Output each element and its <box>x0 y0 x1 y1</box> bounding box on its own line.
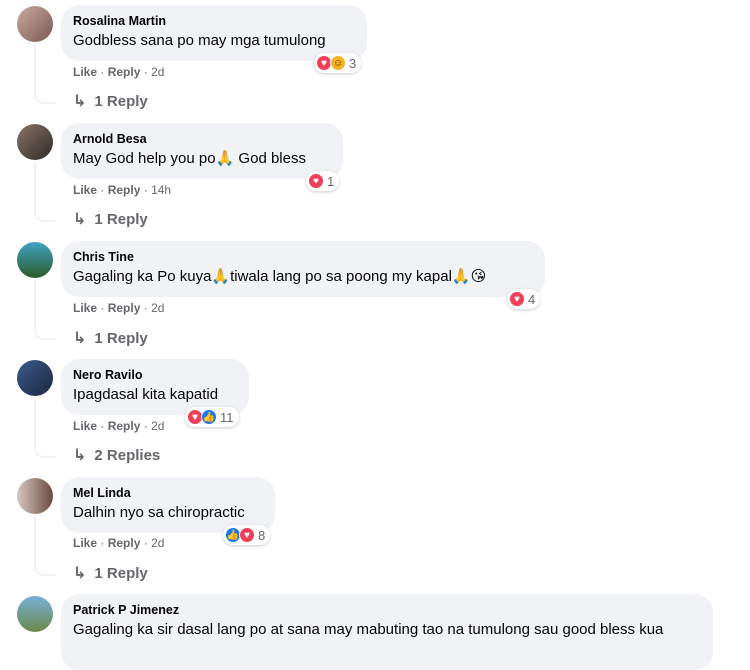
comment-actions: Like · Reply · 2d <box>73 535 164 551</box>
reaction-count: 11 <box>220 409 234 425</box>
reply-arrow-icon: ↳ <box>73 93 87 110</box>
comment-text: May God help you po🙏 God bless <box>73 150 306 167</box>
comment-actions: Like · Reply · 2d <box>73 64 164 80</box>
reply-button[interactable]: Reply <box>108 536 141 550</box>
reaction-count: 1 <box>327 173 335 189</box>
comment-text: Godbless sana po may mga tumulong <box>73 32 326 49</box>
comment-actions: Like · Reply · 14h <box>73 182 171 198</box>
like-icon: 👍 <box>201 409 217 425</box>
reply-arrow-icon: ↳ <box>73 211 87 228</box>
view-replies-link[interactable]: ↳ 1 Reply <box>73 91 148 111</box>
reply-button[interactable]: Reply <box>108 65 141 79</box>
avatar[interactable] <box>17 124 53 160</box>
reply-button[interactable]: Reply <box>108 183 141 197</box>
comment-bubble: Arnold Besa May God help you po🙏 God ble… <box>61 123 343 179</box>
view-replies-link[interactable]: ↳ 1 Reply <box>73 209 148 229</box>
timestamp[interactable]: 2d <box>151 536 164 550</box>
reply-button[interactable]: Reply <box>108 301 141 315</box>
comment-author[interactable]: Nero Ravilo <box>73 367 237 383</box>
separator: · <box>143 536 148 550</box>
like-button[interactable]: Like <box>73 419 97 433</box>
thread-line <box>34 516 56 576</box>
separator: · <box>100 419 105 433</box>
reaction-summary[interactable]: ♥ 1 <box>306 171 340 191</box>
replies-label: 1 Reply <box>94 92 148 110</box>
comment-author[interactable]: Mel Linda <box>73 485 263 501</box>
reply-button[interactable]: Reply <box>108 419 141 433</box>
comment-text: Gagaling ka sir dasal lang po at sana ma… <box>73 621 664 638</box>
comment-text: Dalhin nyo sa chiropractic <box>73 504 245 521</box>
reaction-summary[interactable]: 👍 ♥ 8 <box>223 525 271 545</box>
replies-label: 1 Reply <box>94 329 148 347</box>
like-button[interactable]: Like <box>73 536 97 550</box>
separator: · <box>143 301 148 315</box>
avatar[interactable] <box>17 478 53 514</box>
thread-line <box>34 280 56 340</box>
timestamp[interactable]: 2d <box>151 419 164 433</box>
thread-line <box>34 44 56 104</box>
like-button[interactable]: Like <box>73 65 97 79</box>
separator: · <box>143 419 148 433</box>
replies-label: 1 Reply <box>94 564 148 582</box>
comment-text: Ipagdasal kita kapatid <box>73 386 219 403</box>
comment-author[interactable]: Arnold Besa <box>73 131 331 147</box>
avatar[interactable] <box>17 6 53 42</box>
reaction-summary[interactable]: ♥ 👍 11 <box>185 407 239 427</box>
timestamp[interactable]: 2d <box>151 301 164 315</box>
reaction-summary[interactable]: ♥ ☺ 3 <box>314 53 362 73</box>
love-icon: ♥ <box>308 173 324 189</box>
comment-author[interactable]: Patrick P Jimenez <box>73 602 701 618</box>
separator: · <box>100 536 105 550</box>
separator: · <box>100 301 105 315</box>
avatar[interactable] <box>17 596 53 632</box>
thread-line <box>34 162 56 222</box>
reaction-summary[interactable]: ♥ 4 <box>507 289 541 309</box>
love-icon: ♥ <box>239 527 255 543</box>
separator: · <box>143 183 148 197</box>
replies-label: 1 Reply <box>94 210 148 228</box>
replies-label: 2 Replies <box>94 446 161 464</box>
separator: · <box>143 65 148 79</box>
avatar[interactable] <box>17 360 53 396</box>
view-replies-link[interactable]: ↳ 1 Reply <box>73 328 148 348</box>
avatar[interactable] <box>17 242 53 278</box>
separator: · <box>100 183 105 197</box>
reaction-count: 8 <box>258 527 266 543</box>
view-replies-link[interactable]: ↳ 2 Replies <box>73 445 160 465</box>
comment-bubble: Patrick P Jimenez Gagaling ka sir dasal … <box>61 594 713 670</box>
comment-author[interactable]: Chris Tine <box>73 249 533 265</box>
comment-actions: Like · Reply · 2d <box>73 418 164 434</box>
haha-icon: ☺ <box>330 55 346 71</box>
reply-arrow-icon: ↳ <box>73 447 87 464</box>
love-icon: ♥ <box>509 291 525 307</box>
comment-author[interactable]: Rosalina Martin <box>73 13 355 29</box>
timestamp[interactable]: 14h <box>151 183 171 197</box>
comment-actions: Like · Reply · 2d <box>73 300 164 316</box>
view-replies-link[interactable]: ↳ 1 Reply <box>73 563 148 583</box>
reaction-count: 3 <box>349 55 357 71</box>
comment-text: Gagaling ka Po kuya🙏tiwala lang po sa po… <box>73 268 487 285</box>
comment-bubble: Chris Tine Gagaling ka Po kuya🙏tiwala la… <box>61 241 545 297</box>
like-button[interactable]: Like <box>73 301 97 315</box>
separator: · <box>100 65 105 79</box>
reaction-count: 4 <box>528 291 536 307</box>
reply-arrow-icon: ↳ <box>73 330 87 347</box>
reply-arrow-icon: ↳ <box>73 565 87 582</box>
timestamp[interactable]: 2d <box>151 65 164 79</box>
thread-line <box>34 398 56 458</box>
like-button[interactable]: Like <box>73 183 97 197</box>
